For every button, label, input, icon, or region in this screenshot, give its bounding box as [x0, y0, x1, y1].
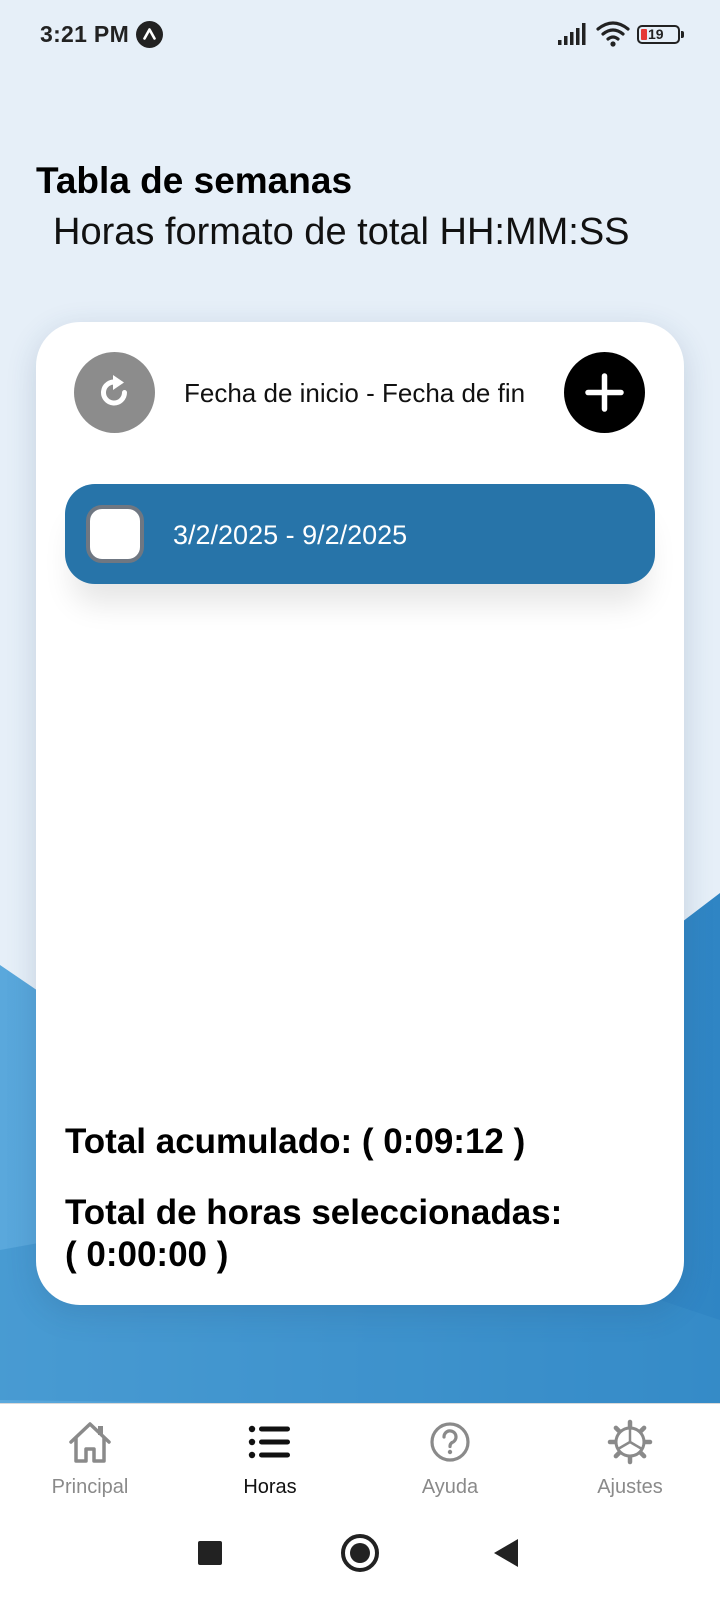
gear-icon	[607, 1419, 653, 1465]
refresh-button[interactable]	[74, 352, 155, 433]
wifi-icon	[596, 21, 630, 47]
status-bar: 3:21 PM 19	[0, 0, 720, 70]
total-accumulated: Total acumulado: ( 0:09:12 )	[65, 1122, 526, 1161]
week-list: 3/2/2025 - 9/2/2025	[65, 484, 655, 584]
nav-label-horas: Horas	[243, 1476, 297, 1498]
nav-item-horas[interactable]: Horas	[180, 1404, 360, 1504]
week-checkbox[interactable]	[86, 505, 144, 563]
nav-label-ayuda: Ayuda	[421, 1476, 479, 1498]
battery-icon: 19	[637, 25, 684, 44]
cellular-signal-icon	[558, 23, 586, 45]
list-icon	[248, 1425, 290, 1459]
help-circle-icon	[430, 1422, 470, 1462]
battery-level: 19	[648, 26, 664, 42]
home-button[interactable]	[341, 1534, 379, 1572]
weeks-card: Fecha de inicio - Fecha de fin 3/2/2025 …	[36, 322, 684, 1305]
nav-label-ajustes: Ajustes	[597, 1476, 663, 1498]
nav-label-principal: Principal	[51, 1476, 129, 1498]
total-selected: Total de horas seleccionadas: ( 0:00:00 …	[65, 1192, 655, 1276]
page-title: Tabla de semanas	[36, 160, 353, 201]
system-navigation-bar	[0, 1503, 720, 1600]
date-range-header: Fecha de inicio - Fecha de fin	[184, 378, 526, 408]
refresh-icon	[101, 375, 127, 406]
week-row[interactable]: 3/2/2025 - 9/2/2025	[65, 484, 655, 584]
nav-item-ayuda[interactable]: Ayuda	[360, 1404, 540, 1504]
add-week-button[interactable]	[564, 352, 645, 433]
page-subtitle: Horas formato de total HH:MM:SS	[53, 211, 630, 253]
status-time: 3:21 PM	[40, 21, 130, 47]
recent-apps-button[interactable]	[198, 1541, 222, 1565]
back-button[interactable]	[494, 1539, 518, 1567]
home-icon	[69, 1422, 111, 1463]
week-range-label: 3/2/2025 - 9/2/2025	[173, 520, 408, 550]
total-selected-label: Total de horas seleccionadas:	[65, 1193, 563, 1232]
caret-up-badge-icon	[136, 21, 163, 48]
bottom-navigation: Principal Horas Ayuda Ajustes	[0, 1403, 720, 1504]
plus-icon	[585, 373, 624, 412]
nav-item-ajustes[interactable]: Ajustes	[540, 1404, 720, 1504]
total-selected-value: ( 0:00:00 )	[65, 1235, 229, 1274]
nav-item-principal[interactable]: Principal	[0, 1404, 180, 1504]
